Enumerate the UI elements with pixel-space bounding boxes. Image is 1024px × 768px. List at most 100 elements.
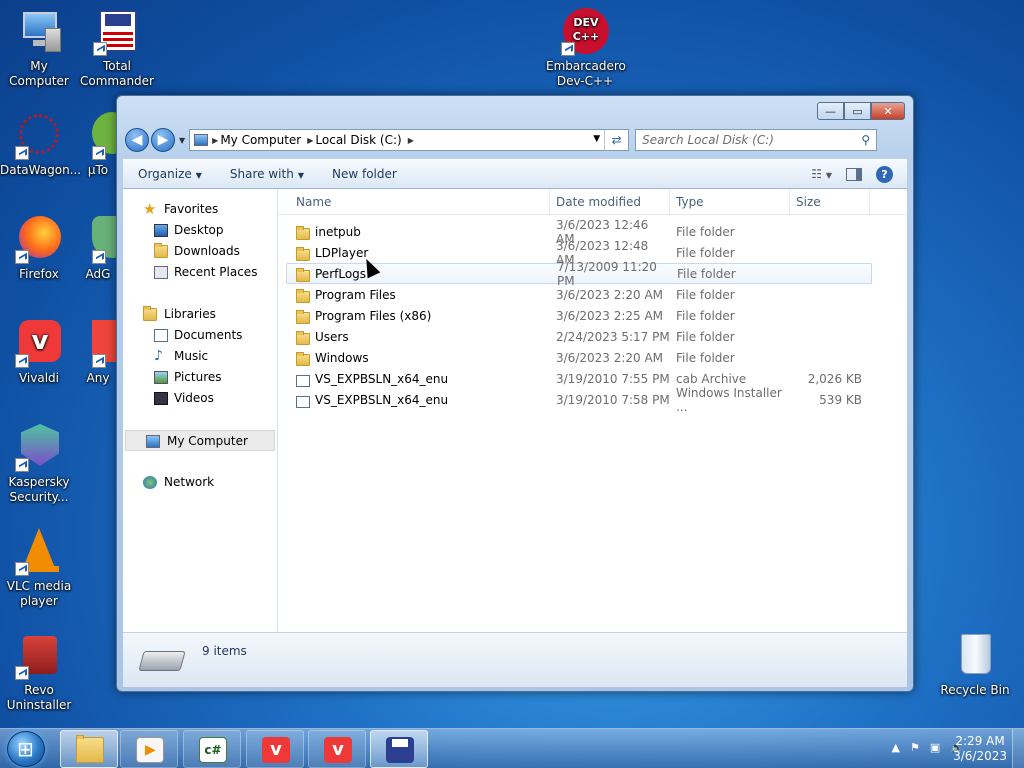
close-button[interactable]: ✕ <box>871 102 905 120</box>
libraries-icon <box>143 306 157 321</box>
clock[interactable]: 2:29 AM 3/6/2023 <box>953 734 1007 764</box>
desktop-icon-datawagon[interactable]: DataWagon... <box>0 112 81 178</box>
media-player-icon: ▶ <box>136 737 164 763</box>
nav-documents[interactable]: Documents <box>123 325 277 346</box>
file-date: 2/24/2023 5:17 PM <box>556 329 670 344</box>
nav-label: Pictures <box>174 370 222 384</box>
minimize-button[interactable]: — <box>817 102 844 120</box>
vivaldi-icon: v <box>324 737 352 763</box>
total-commander-icon <box>93 8 141 56</box>
file-row[interactable]: Windows 3/6/2023 2:20 AM File folder <box>278 347 907 368</box>
chevron-right-icon[interactable]: ▶ <box>408 136 414 145</box>
file-row[interactable]: Program Files 3/6/2023 2:20 AM File fold… <box>278 284 907 305</box>
taskbar-vivaldi-button-2[interactable]: v <box>308 730 366 768</box>
forward-button[interactable]: ▶ <box>151 128 175 152</box>
recent-pages-dropdown[interactable]: ▼ <box>179 136 185 145</box>
search-input[interactable]: Search Local Disk (C:) <box>642 133 774 147</box>
taskbar-total-commander-button[interactable] <box>370 730 428 768</box>
preview-pane-icon[interactable] <box>846 167 862 181</box>
file-name: Program Files (x86) <box>315 308 432 323</box>
file-type: Windows Installer ... <box>676 385 782 414</box>
nav-downloads[interactable]: Downloads <box>123 241 277 262</box>
file-row[interactable]: Users 2/24/2023 5:17 PM File folder <box>278 326 907 347</box>
search-box[interactable]: Search Local Disk (C:) ⚲ <box>635 129 878 151</box>
nav-network[interactable]: Network <box>123 472 277 493</box>
file-date: 3/19/2010 7:58 PM <box>556 392 670 407</box>
recycle-bin-icon <box>951 632 999 680</box>
column-header-date[interactable]: Date modified <box>550 189 670 214</box>
nav-pictures[interactable]: Pictures <box>123 367 277 388</box>
column-header-size[interactable]: Size <box>790 189 870 214</box>
nav-music[interactable]: ♪ Music <box>123 346 277 367</box>
maximize-button[interactable]: ▭ <box>844 102 871 120</box>
computer-icon <box>15 8 63 56</box>
chevron-right-icon[interactable]: ▶ <box>307 136 313 145</box>
file-date: 3/6/2023 2:25 AM <box>556 308 664 323</box>
desktop-icon-vlc[interactable]: VLC media player <box>0 528 78 609</box>
taskbar-vivaldi-button[interactable]: v <box>246 730 304 768</box>
refresh-icon[interactable]: ⇄ <box>604 130 628 150</box>
desktop-icon-firefox[interactable]: Firefox <box>0 216 78 282</box>
file-type: File folder <box>676 287 735 302</box>
taskbar: ▶ c# v v ▲ ⚑ ▣ 🔈 2:29 AM 3/6/2023 <box>0 728 1024 768</box>
desktop-icon-kaspersky[interactable]: Kaspersky Security... <box>0 424 78 505</box>
desktop-icon-recycle-bin[interactable]: Recycle Bin <box>936 632 1014 698</box>
breadcrumb-my-computer[interactable]: My Computer <box>220 133 301 147</box>
show-desktop-button[interactable] <box>1012 729 1024 768</box>
taskbar-csharp-button[interactable]: c# <box>183 730 241 768</box>
desktop-icon-vivaldi[interactable]: v Vivaldi <box>0 320 78 386</box>
desktop-icon-utorrent[interactable]: µTo <box>78 112 118 178</box>
file-name-cell: VS_EXPBSLN_x64_enu <box>278 393 550 408</box>
column-header-type[interactable]: Type <box>670 189 790 214</box>
clock-date: 3/6/2023 <box>953 749 1007 763</box>
desktop-icon-adguard[interactable]: AdG <box>78 216 118 282</box>
file-name: Users <box>315 329 349 344</box>
breadcrumb-local-disk[interactable]: Local Disk (C:) <box>315 133 401 147</box>
taskbar-media-player-button[interactable]: ▶ <box>120 730 178 768</box>
chevron-right-icon[interactable]: ▶ <box>212 136 218 145</box>
view-options-icon[interactable]: ☷ ▼ <box>811 167 832 181</box>
address-dropdown-icon[interactable]: ▼ <box>593 134 600 144</box>
desktop-icon-revo[interactable]: Revo Uninstaller <box>0 632 78 713</box>
navigation-pane: ★ Favorites Desktop Downloads Recent Pla… <box>123 189 278 632</box>
help-icon[interactable]: ? <box>876 165 893 183</box>
folder-icon <box>296 309 310 324</box>
back-button[interactable]: ◀ <box>125 128 149 152</box>
desktop-icon-label: Embarcadero Dev-C++ <box>546 59 626 88</box>
csharp-icon: c# <box>199 737 227 763</box>
nav-recent-places[interactable]: Recent Places <box>123 262 277 283</box>
taskbar-explorer-button[interactable] <box>60 730 118 768</box>
item-count: 9 items <box>202 644 247 658</box>
action-center-flag-icon[interactable]: ⚑ <box>910 741 920 754</box>
file-name-cell: inetpub <box>278 225 550 240</box>
file-size: 2,026 KB <box>807 371 862 386</box>
firefox-icon <box>15 216 63 264</box>
file-name-cell: Users <box>278 329 550 345</box>
nav-videos[interactable]: Videos <box>123 388 277 409</box>
new-folder-button[interactable]: New folder <box>318 167 411 181</box>
share-with-label: Share with <box>229 167 294 181</box>
network-icon[interactable]: ▣ <box>930 741 940 754</box>
organize-button[interactable]: Organize ▼ <box>123 167 216 181</box>
nav-my-computer[interactable]: My Computer <box>125 430 275 451</box>
file-row[interactable]: Program Files (x86) 3/6/2023 2:25 AM Fil… <box>278 305 907 326</box>
file-row[interactable]: VS_EXPBSLN_x64_enu 3/19/2010 7:55 PM cab… <box>278 368 907 389</box>
share-with-button[interactable]: Share with ▼ <box>216 167 318 181</box>
start-button[interactable] <box>7 731 45 767</box>
show-hidden-icons-icon[interactable]: ▲ <box>892 741 900 754</box>
desktop-icon-my-computer[interactable]: My Computer <box>0 8 78 89</box>
nav-favorites[interactable]: ★ Favorites <box>123 199 277 220</box>
chevron-down-icon: ▼ <box>297 171 304 180</box>
file-date: 3/6/2023 2:20 AM <box>556 350 664 365</box>
search-icon[interactable]: ⚲ <box>861 133 870 147</box>
file-row[interactable]: VS_EXPBSLN_x64_enu 3/19/2010 7:58 PM Win… <box>278 386 907 414</box>
file-name: Windows <box>315 350 369 365</box>
nav-desktop[interactable]: Desktop <box>123 220 277 241</box>
nav-libraries[interactable]: Libraries <box>123 304 277 325</box>
column-header-name[interactable]: Name <box>278 189 550 214</box>
desktop-icon-devcpp[interactable]: DEV C++ Embarcadero Dev-C++ <box>546 8 626 89</box>
folder-icon <box>296 330 310 345</box>
address-bar[interactable]: ▶ My Computer ▶ Local Disk (C:) ▶ ▼ ⇄ <box>189 129 630 151</box>
desktop-icon-total-commander[interactable]: Total Commander <box>78 8 156 89</box>
desktop-icon-anydesk[interactable]: Any <box>78 320 118 386</box>
